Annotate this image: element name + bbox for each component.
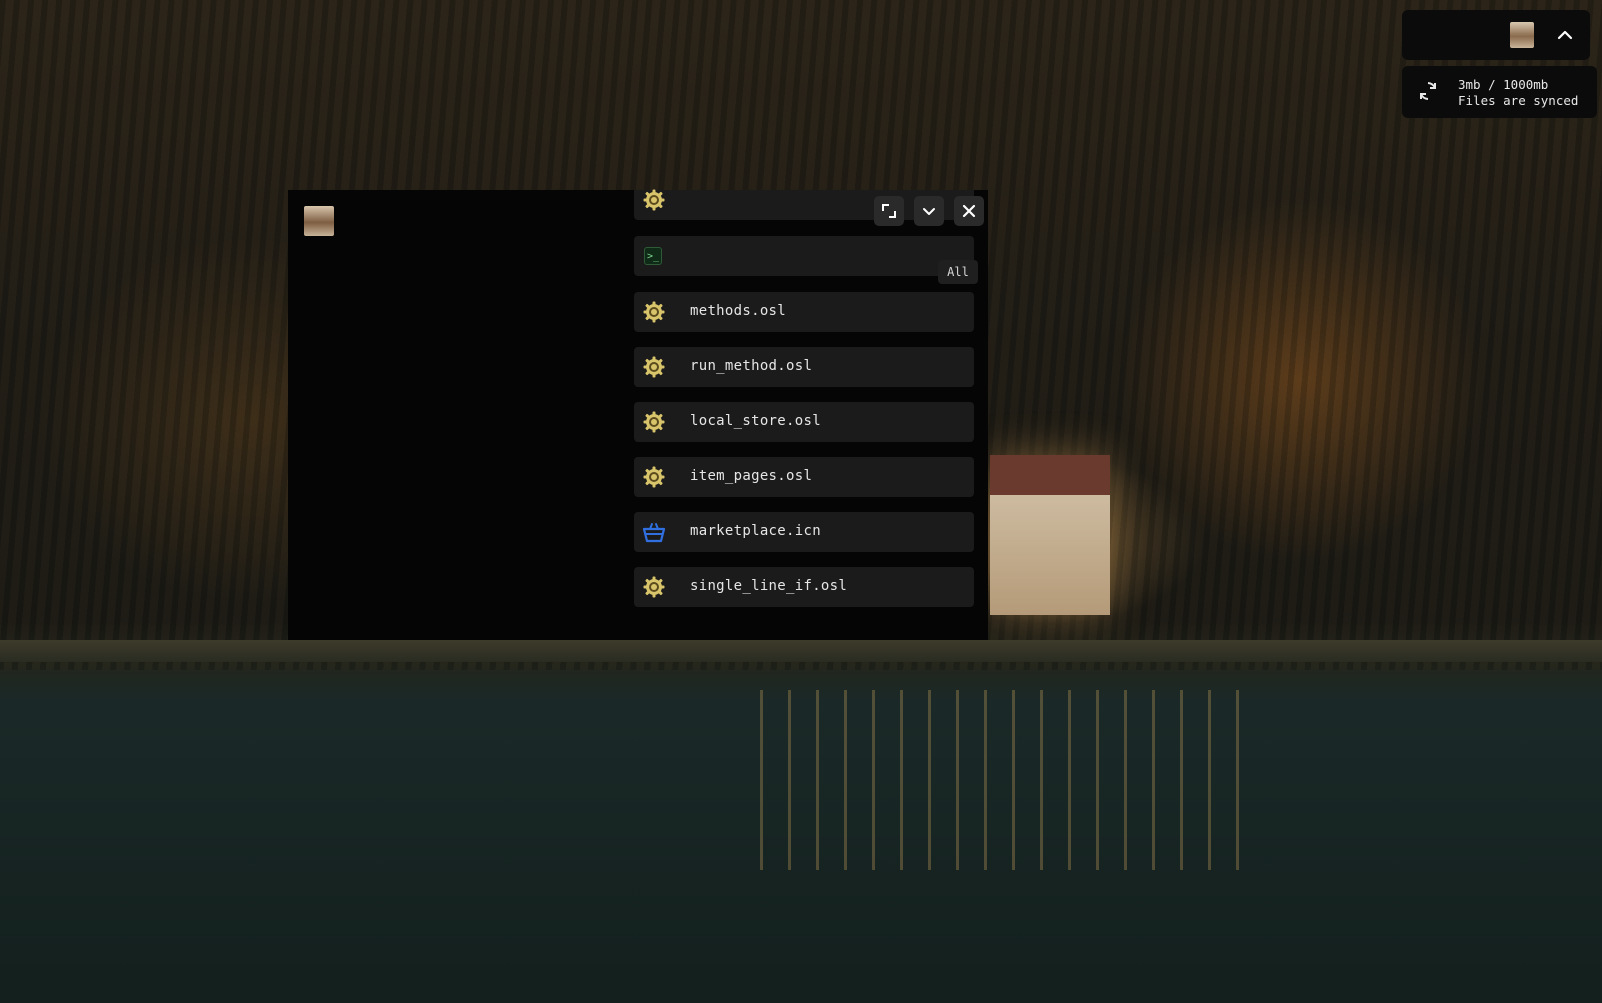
command-bar: >_ [634, 236, 974, 276]
command-input[interactable] [674, 242, 918, 272]
wallpaper-reflection [760, 690, 1240, 870]
file-list: methods.osl run_method.osl local_store.osl… [634, 292, 974, 622]
file-name: item_pages.osl [690, 468, 813, 484]
sync-icon [1420, 82, 1436, 100]
wallpaper-shore [0, 640, 1602, 662]
expand-button[interactable] [874, 196, 904, 226]
minimize-button[interactable] [914, 196, 944, 226]
gear-badge-icon [643, 356, 665, 378]
tray-toggle-button[interactable] [1550, 20, 1580, 50]
file-name: marketplace.icn [690, 523, 821, 539]
sync-status-card: 3mb / 1000mb Files are synced [1402, 66, 1597, 118]
file-name: single_line_if.osl [690, 578, 848, 594]
close-button[interactable] [954, 196, 984, 226]
file-item[interactable]: local_store.osl [634, 402, 974, 442]
terminal-icon: >_ [644, 247, 662, 265]
file-item[interactable]: run_method.osl [634, 347, 974, 387]
file-name: run_method.osl [690, 358, 813, 374]
gear-badge-icon [643, 189, 665, 211]
file-item[interactable]: item_pages.osl [634, 457, 974, 497]
chevron-down-icon [923, 208, 935, 215]
user-avatar-icon[interactable] [1510, 22, 1534, 48]
user-avatar-icon[interactable] [304, 206, 334, 236]
file-name: methods.osl [690, 303, 787, 319]
sync-status-text: Files are synced [1458, 93, 1579, 108]
file-browser-window: >_ All methods.osl run_method.osl local_st… [288, 189, 988, 640]
filter-all-button[interactable]: All [938, 260, 978, 284]
file-item[interactable]: single_line_if.osl [634, 567, 974, 607]
system-tray [1402, 10, 1590, 60]
file-name: local_store.osl [690, 413, 821, 429]
expand-icon [882, 204, 896, 218]
file-item[interactable]: methods.osl [634, 292, 974, 332]
shopping-basket-icon [642, 523, 666, 543]
gear-badge-icon [643, 301, 665, 323]
wallpaper-house [990, 455, 1110, 615]
close-icon [962, 204, 976, 218]
gear-badge-icon [643, 576, 665, 598]
gear-badge-icon [643, 466, 665, 488]
gear-badge-icon [643, 411, 665, 433]
storage-usage: 3mb / 1000mb [1458, 77, 1549, 92]
chevron-up-icon [1557, 30, 1573, 40]
file-item[interactable]: marketplace.icn [634, 512, 974, 552]
